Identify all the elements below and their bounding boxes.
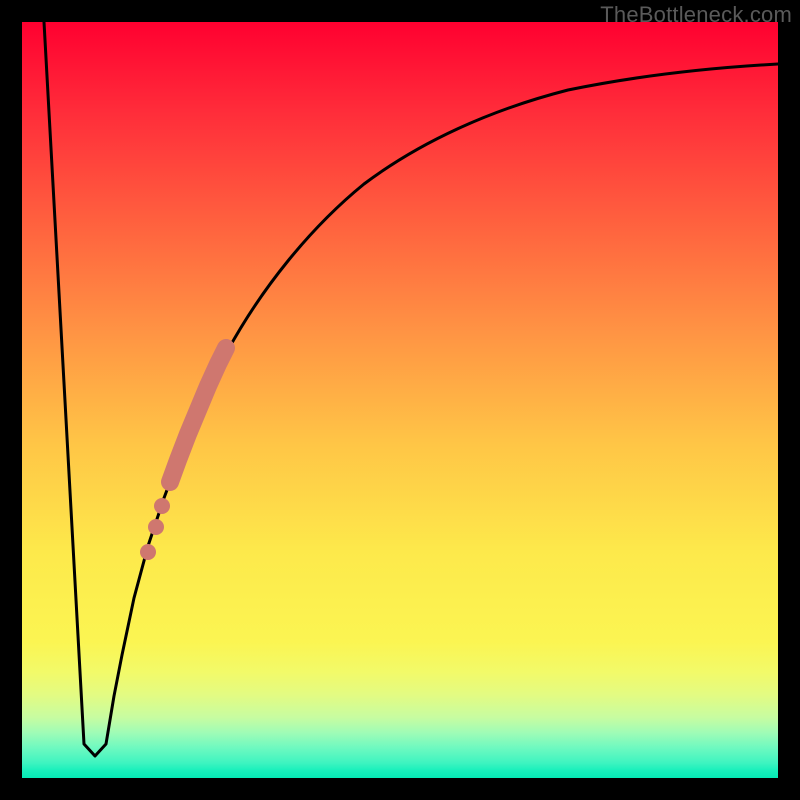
highlighted-band xyxy=(170,348,226,482)
plot-area xyxy=(22,22,778,778)
bottleneck-curve xyxy=(44,22,778,756)
datapoint-sparse-1 xyxy=(140,544,156,560)
datapoint-sparse-3 xyxy=(154,498,170,514)
curve-layer xyxy=(22,22,778,778)
watermark-text: TheBottleneck.com xyxy=(600,2,792,28)
datapoint-sparse-2 xyxy=(148,519,164,535)
chart-frame: TheBottleneck.com xyxy=(0,0,800,800)
